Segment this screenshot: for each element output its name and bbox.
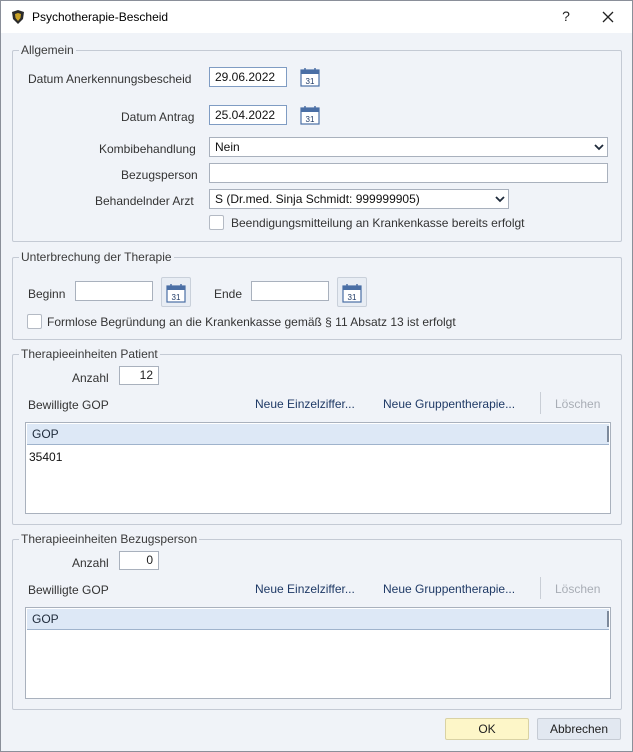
- label-beginn: Beginn: [28, 287, 66, 301]
- input-bezugsperson[interactable]: [209, 163, 608, 183]
- calendar-button-beginn[interactable]: 31: [161, 277, 191, 307]
- group-therapieeinheiten-patient: Therapieeinheiten Patient Anzahl 12 Bewi…: [12, 347, 622, 525]
- input-datum-anerkennungsbescheid[interactable]: 29.06.2022: [209, 67, 287, 87]
- calendar-day-text: 31: [348, 293, 357, 302]
- toolbar-divider: [540, 577, 541, 599]
- group-allgemein: Allgemein Datum Anerkennungsbescheid 29.…: [12, 43, 622, 242]
- neue-einzelziffer-button[interactable]: Neue Einzelziffer...: [255, 397, 355, 411]
- group-therapieeinheiten-bezugsperson: Therapieeinheiten Bezugsperson Anzahl 0 …: [12, 532, 622, 710]
- calendar-day-text: 31: [306, 115, 315, 124]
- label-kombibehandlung: Kombibehandlung: [99, 142, 196, 156]
- column-resize-handle[interactable]: [607, 426, 609, 442]
- label-anzahl-patient: Anzahl: [72, 371, 109, 385]
- select-kombibehandlung[interactable]: Nein: [209, 137, 608, 157]
- calendar-icon[interactable]: 31: [299, 66, 321, 88]
- gop-table-bezugsperson: GOP: [25, 607, 611, 699]
- app-shield-icon: [12, 10, 24, 24]
- calendar-icon[interactable]: 31: [299, 104, 321, 126]
- chevron-down-icon: [495, 196, 505, 203]
- table-header: GOP: [27, 609, 609, 630]
- input-anzahl-patient[interactable]: 12: [119, 366, 159, 385]
- label-datum-antrag: Datum Antrag: [121, 110, 195, 124]
- psychotherapie-dialog: Psychotherapie-Bescheid ? Allgemein Datu…: [0, 0, 633, 752]
- label-beendigungsmitteilung: Beendigungsmitteilung an Krankenkasse be…: [231, 216, 525, 230]
- help-button[interactable]: ?: [554, 5, 578, 29]
- gop-table-patient: GOP 35401: [25, 422, 611, 514]
- column-resize-handle[interactable]: [607, 611, 609, 627]
- title-bar: Psychotherapie-Bescheid ?: [1, 1, 632, 33]
- select-behandelnder-arzt-value: S (Dr.med. Sinja Schmidt: 999999905): [215, 192, 420, 206]
- checkbox-formlose-begruendung[interactable]: [27, 314, 42, 329]
- group-title-bezugsperson: Therapieeinheiten Bezugsperson: [19, 532, 200, 546]
- neue-einzelziffer-button[interactable]: Neue Einzelziffer...: [255, 582, 355, 596]
- loeschen-button[interactable]: Löschen: [555, 397, 600, 411]
- input-beginn[interactable]: [75, 281, 153, 301]
- column-header-gop[interactable]: GOP: [32, 612, 59, 626]
- calendar-icon: 31: [166, 284, 186, 303]
- label-anzahl-bezugsperson: Anzahl: [72, 556, 109, 570]
- calendar-day-text: 31: [172, 293, 181, 302]
- checkbox-beendigungsmitteilung[interactable]: [209, 215, 224, 230]
- abbrechen-button[interactable]: Abbrechen: [537, 718, 621, 740]
- column-header-gop[interactable]: GOP: [32, 427, 59, 441]
- label-bezugsperson: Bezugsperson: [121, 168, 198, 182]
- label-ende: Ende: [214, 287, 243, 301]
- window-title: Psychotherapie-Bescheid: [32, 10, 169, 24]
- input-ende[interactable]: [251, 281, 329, 301]
- select-behandelnder-arzt[interactable]: S (Dr.med. Sinja Schmidt: 999999905): [209, 189, 509, 209]
- input-datum-antrag[interactable]: 25.04.2022: [209, 105, 287, 125]
- select-kombibehandlung-value: Nein: [215, 140, 240, 154]
- table-cell-gop: 35401: [29, 450, 63, 464]
- loeschen-button[interactable]: Löschen: [555, 582, 600, 596]
- calendar-button-ende[interactable]: 31: [337, 277, 367, 307]
- calendar-icon: 31: [342, 284, 362, 303]
- ok-button[interactable]: OK: [445, 718, 529, 740]
- group-title-unterbrechung: Unterbrechung der Therapie: [19, 250, 174, 264]
- input-anzahl-bezugsperson[interactable]: 0: [119, 551, 159, 570]
- label-formlose-begruendung: Formlose Begründung an die Krankenkasse …: [47, 315, 456, 329]
- chevron-down-icon: [594, 144, 604, 151]
- group-title-patient: Therapieeinheiten Patient: [19, 347, 160, 361]
- close-icon[interactable]: [594, 5, 622, 29]
- group-title-allgemein: Allgemein: [19, 43, 76, 57]
- neue-gruppentherapie-button[interactable]: Neue Gruppentherapie...: [383, 397, 515, 411]
- table-header: GOP: [27, 424, 609, 445]
- table-row[interactable]: 35401: [27, 447, 609, 467]
- label-bewilligte-gop-bezugsperson: Bewilligte GOP: [28, 583, 109, 597]
- group-unterbrechung: Unterbrechung der Therapie Beginn 31 End…: [12, 250, 622, 340]
- toolbar-divider: [540, 392, 541, 414]
- calendar-day-text: 31: [306, 77, 315, 86]
- label-datum-anerkennungsbescheid: Datum Anerkennungsbescheid: [28, 72, 192, 86]
- neue-gruppentherapie-button[interactable]: Neue Gruppentherapie...: [383, 582, 515, 596]
- label-bewilligte-gop-patient: Bewilligte GOP: [28, 398, 109, 412]
- label-behandelnder-arzt: Behandelnder Arzt: [95, 194, 194, 208]
